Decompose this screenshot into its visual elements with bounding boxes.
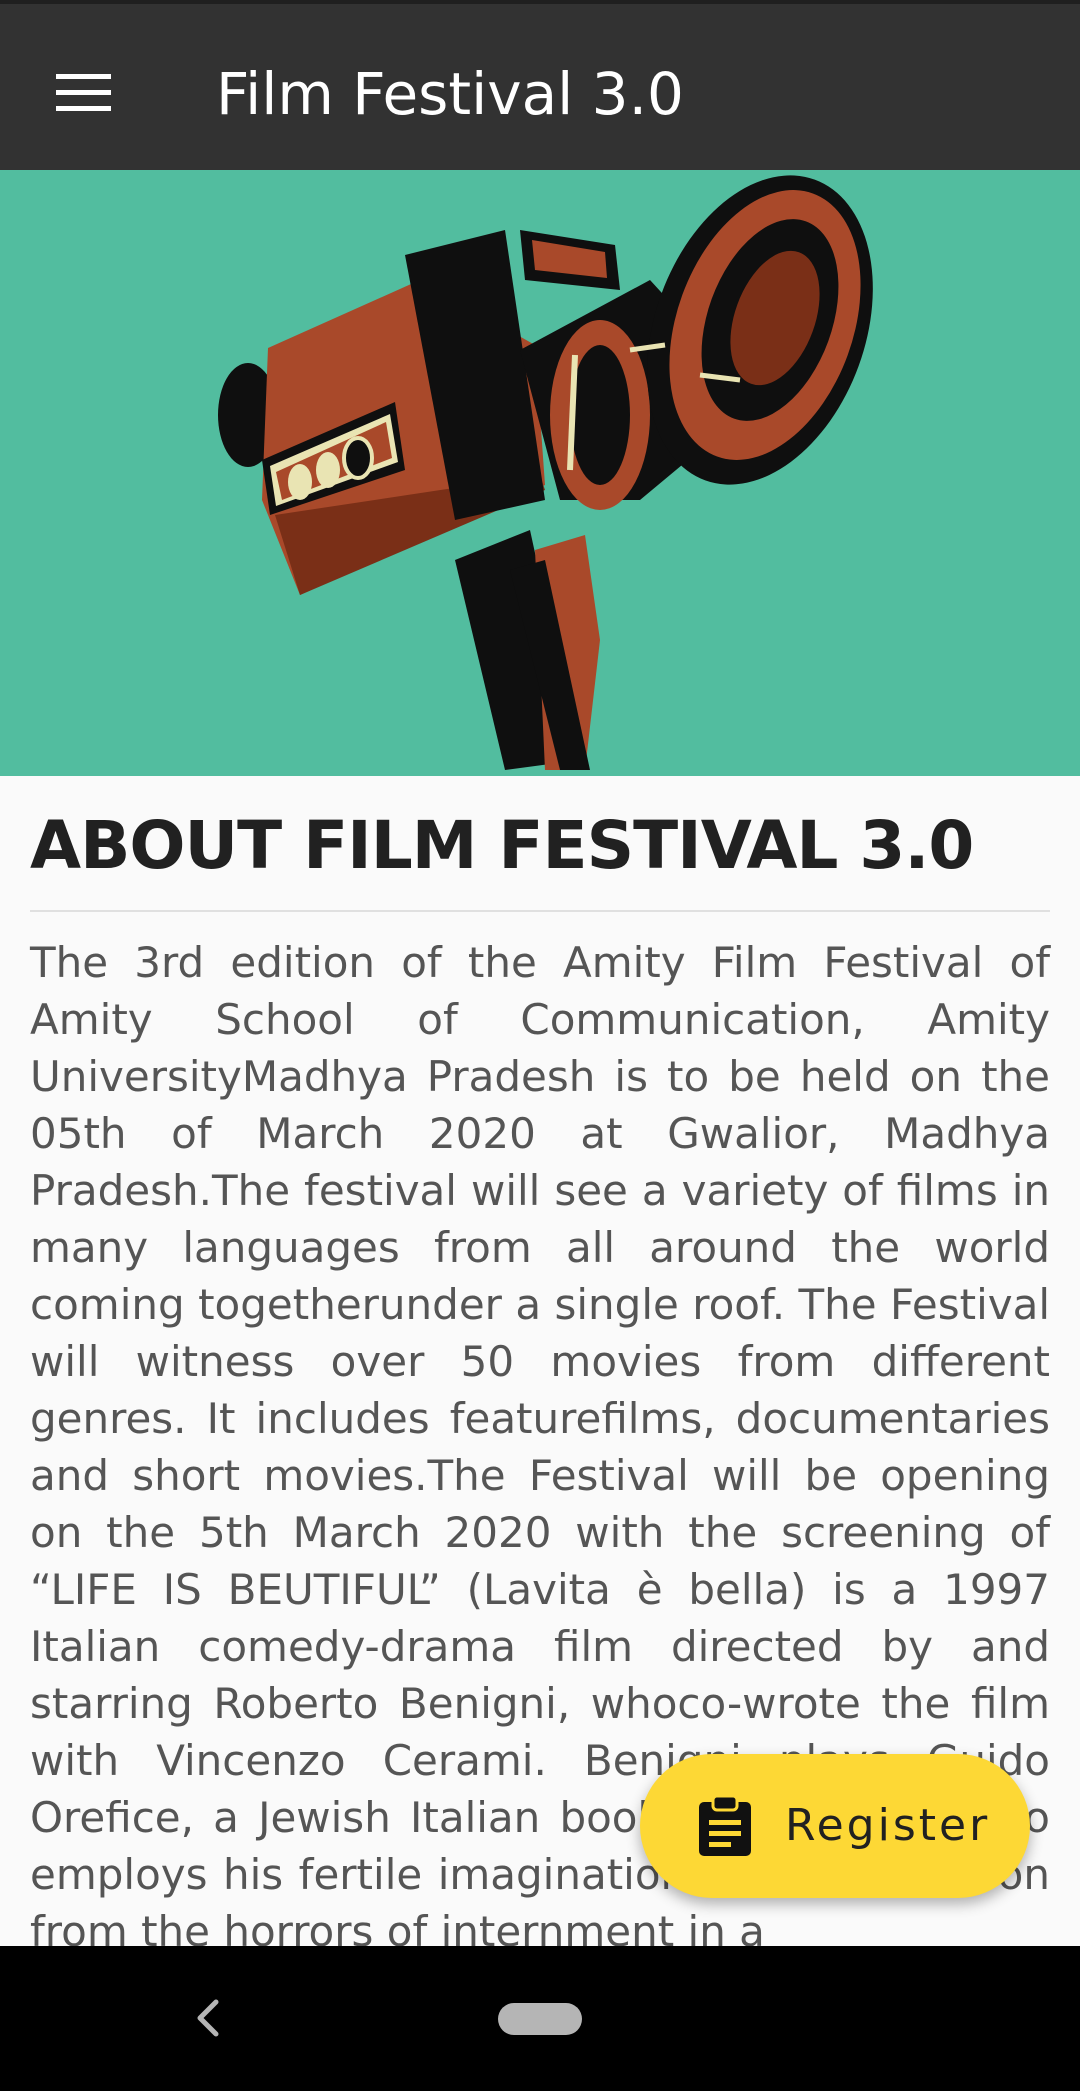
register-label: Register: [785, 1800, 991, 1851]
movie-camera-illustration: [218, 175, 873, 770]
register-button[interactable]: Register: [640, 1754, 1030, 1898]
home-pill-icon[interactable]: [498, 2003, 582, 2035]
divider: [30, 910, 1050, 912]
back-chevron-icon[interactable]: [180, 1988, 240, 2048]
about-heading: ABOUT FILM FESTIVAL 3.0: [30, 807, 974, 884]
app-bar: Film Festival 3.0: [0, 0, 1080, 170]
system-nav-bar: [0, 1946, 1080, 2091]
clipboard-icon: [699, 1794, 751, 1856]
banner-carousel[interactable]: [0, 170, 1080, 776]
hamburger-menu-icon[interactable]: [40, 54, 126, 134]
app-title: Film Festival 3.0: [216, 60, 684, 128]
